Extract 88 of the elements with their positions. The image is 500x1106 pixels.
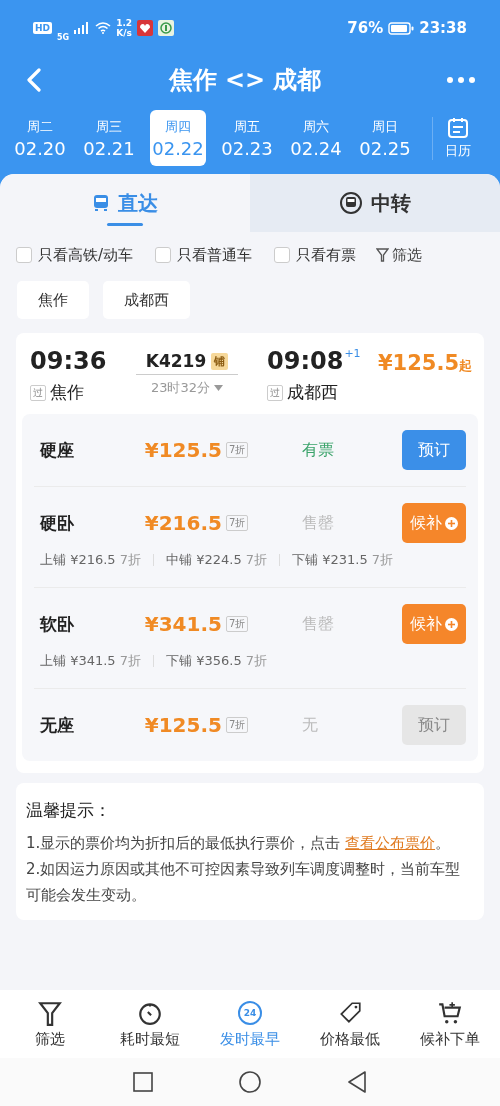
pass-tag: 过 — [267, 384, 283, 401]
more-icon — [446, 76, 476, 84]
seat-price: ¥125.5 — [144, 713, 222, 737]
duration-toggle[interactable]: 23时32分 — [150, 379, 224, 397]
arrival-time: 09:08 — [267, 347, 344, 375]
date-tab[interactable]: 周三 02.21 — [81, 110, 137, 166]
filter-icon — [376, 248, 390, 262]
home-icon — [239, 1071, 261, 1093]
train-number: K4219 — [145, 351, 207, 371]
berth-price: 下铺 ¥356.5 7折 — [166, 652, 268, 670]
berth-tag: 铺 — [211, 352, 229, 370]
checkbox-label: 只看高铁/动车 — [38, 245, 134, 265]
plus-icon — [445, 617, 459, 631]
discount-tag: 7折 — [225, 515, 249, 531]
waitlist-button[interactable]: 候补 — [402, 503, 466, 543]
calendar-icon — [447, 116, 469, 139]
battery-icon — [388, 21, 415, 35]
checkbox-label: 只看普通车 — [177, 245, 253, 265]
seat-class: 无座 — [40, 713, 75, 737]
berth-price: 中铺 ¥224.5 7折 — [166, 551, 268, 569]
seat-class: 硬卧 — [40, 511, 75, 535]
discount-tag: 7折 — [225, 442, 249, 458]
leaf-app-icon — [158, 20, 175, 36]
tip-text: 1.显示的票价均为折扣后的最低执行票价，点击 查看公布票价。 — [26, 833, 452, 854]
train-icon — [92, 194, 110, 212]
checkbox-label: 只看有票 — [296, 245, 357, 265]
sort-tab[interactable]: 24 发时最早 — [200, 999, 300, 1049]
price-suffix: 起 — [459, 358, 472, 373]
sort-tab[interactable]: 耗时最短 — [100, 999, 200, 1049]
seat-price: ¥216.5 — [144, 511, 222, 535]
departure-station: 焦作 — [50, 381, 84, 404]
caret-icon — [214, 385, 224, 391]
date-tab[interactable]: 周五 02.23 — [219, 110, 275, 166]
sort-tab[interactable]: 筛选 — [0, 999, 100, 1049]
heart-app-icon — [137, 20, 154, 36]
seat-class: 硬座 — [40, 438, 75, 462]
lowest-price: ¥125.5 — [377, 351, 459, 375]
seat-class: 软卧 — [40, 612, 75, 636]
checkbox[interactable] — [274, 247, 291, 263]
speed-unit: K/s — [116, 28, 132, 38]
date-tab[interactable]: 周四 02.22 — [150, 110, 206, 166]
book-button[interactable]: 预订 — [402, 430, 466, 470]
station-chip[interactable]: 成都西 — [103, 281, 190, 319]
sort-tab[interactable]: 候补下单 — [400, 999, 500, 1049]
date-tab[interactable]: 周六 02.24 — [288, 110, 344, 166]
seat-price: ¥125.5 — [144, 438, 222, 462]
checkbox[interactable] — [16, 247, 32, 263]
signal-icon — [74, 22, 91, 34]
tip-text: 2.如因运力原因或其他不可控因素导致列车调度调整时，当前车型可能会发生变动。 — [26, 859, 462, 906]
seat-price: ¥341.5 — [144, 612, 222, 636]
station-chip[interactable]: 焦作 — [17, 281, 89, 319]
page-title: 焦作 <> 成都 — [168, 65, 322, 96]
speed-value: 1.2 — [116, 18, 133, 28]
berth-price: 上铺 ¥341.5 7折 — [40, 652, 142, 670]
cart-icon — [437, 999, 463, 1026]
plus-icon — [445, 516, 459, 530]
departure-time: 09:36 — [30, 347, 108, 375]
date-tab[interactable]: 周日 02.25 — [357, 110, 413, 166]
wifi-icon — [95, 22, 112, 34]
discount-tag: 7折 — [225, 717, 249, 733]
battery-level: 76% — [347, 19, 384, 37]
hd-icon: HD — [33, 22, 52, 34]
pass-tag: 过 — [30, 384, 46, 401]
berth-price: 上铺 ¥216.5 7折 — [40, 551, 142, 569]
sort-tab[interactable]: 价格最低 — [300, 999, 400, 1049]
back-nav-icon — [347, 1071, 367, 1093]
calendar-button[interactable]: 日历 — [432, 116, 471, 160]
transfer-train-icon — [339, 191, 363, 215]
availability-status: 售罄 — [302, 613, 336, 635]
filter-icon — [37, 999, 63, 1026]
filter-button[interactable]: 筛选 — [376, 245, 423, 265]
tips-title: 温馨提示： — [26, 799, 112, 822]
price-link[interactable]: 查看公布票价 — [345, 834, 436, 852]
tab[interactable]: 中转 — [250, 174, 500, 232]
waitlist-button[interactable]: 候补 — [402, 604, 466, 644]
clock-badge-icon: 24 — [238, 1000, 262, 1025]
availability-status: 无 — [302, 714, 320, 736]
availability-status: 有票 — [302, 439, 336, 461]
clock-time: 23:38 — [419, 19, 467, 37]
discount-tag: 7折 — [225, 616, 249, 632]
network-label: 5G — [57, 32, 70, 42]
berth-price: 下铺 ¥231.5 7折 — [292, 551, 394, 569]
recent-apps-icon — [133, 1072, 153, 1092]
availability-status: 售罄 — [302, 512, 336, 534]
checkbox[interactable] — [155, 247, 172, 263]
day-offset: +1 — [344, 347, 361, 360]
date-tab[interactable]: 周二 02.20 — [12, 110, 68, 166]
arrival-station: 成都西 — [287, 381, 338, 404]
